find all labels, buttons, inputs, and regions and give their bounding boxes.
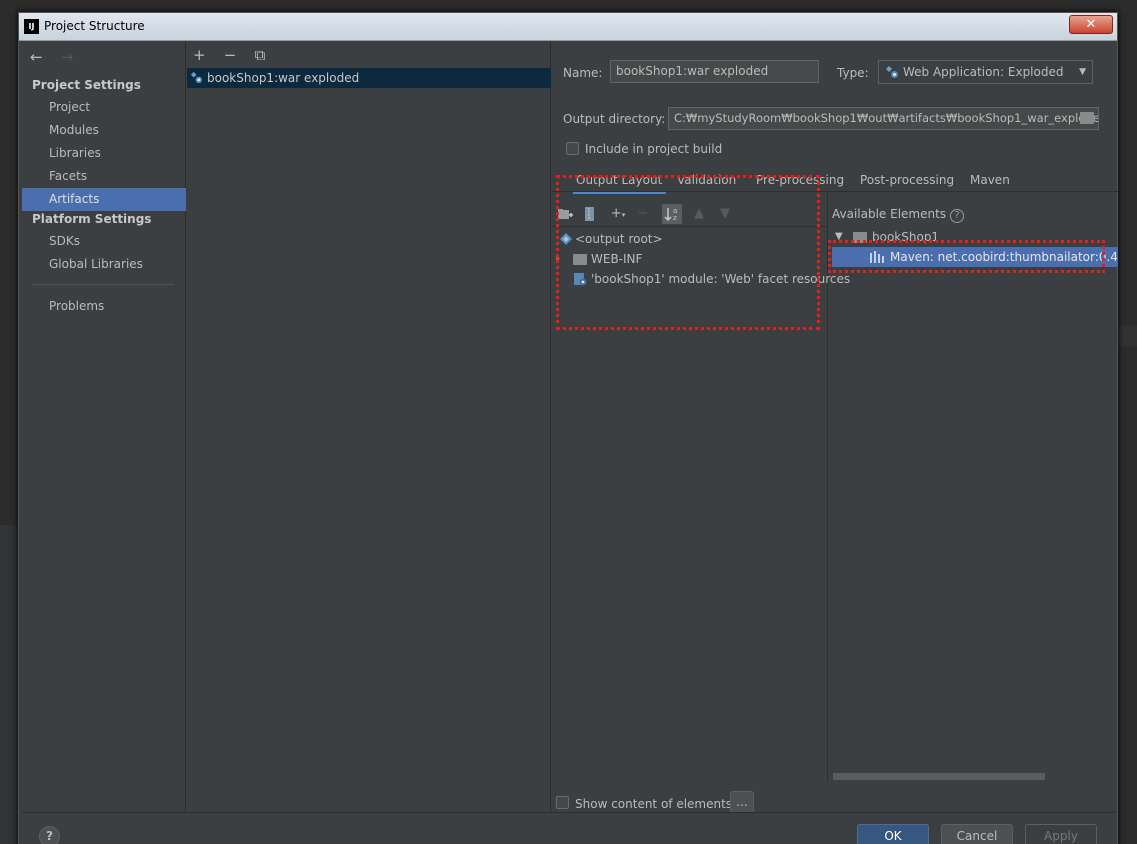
horizontal-scrollbar[interactable] (833, 773, 1045, 780)
settings-nav: ← → Project Settings Project Modules Lib… (22, 42, 186, 812)
output-directory-label: Output directory: (563, 112, 666, 126)
nav-item-problems[interactable]: Problems (22, 295, 186, 318)
help-button[interactable]: ? (39, 826, 60, 844)
nav-item-artifacts[interactable]: Artifacts (22, 188, 186, 211)
nav-divider (32, 284, 174, 285)
apply-button[interactable]: Apply (1025, 824, 1097, 844)
highlight-maven-library-box (828, 240, 1105, 273)
ellipsis-button[interactable]: ... (730, 791, 754, 814)
platform-settings-header: Platform Settings (32, 212, 152, 226)
artifact-type-select[interactable]: Web Application: Exploded ▼ (878, 60, 1093, 84)
web-artifact-icon (190, 71, 203, 84)
chevron-down-icon: ▼ (1079, 67, 1086, 77)
available-elements-header: Available Elements? (832, 207, 965, 223)
project-structure-dialog: IJ Project Structure ✕ ← → Project Setti… (18, 12, 1118, 844)
nav-item-project[interactable]: Project (22, 96, 186, 119)
web-artifact-icon (886, 66, 898, 78)
artifact-detail-pane: Name: bookShop1:war exploded Type: Web A… (552, 42, 1118, 814)
include-in-build-checkbox[interactable] (566, 142, 579, 155)
output-directory-value: C:₩myStudyRoom₩bookShop1₩out₩artifacts₩b… (674, 111, 1099, 125)
project-settings-header: Project Settings (32, 78, 141, 92)
copy-icon[interactable]: ⧉ (255, 46, 281, 64)
type-label: Type: (837, 66, 869, 80)
nav-item-libraries[interactable]: Libraries (22, 142, 186, 165)
artifact-name-field[interactable]: bookShop1:war exploded (610, 60, 819, 83)
intellij-app-icon: IJ (24, 19, 39, 34)
close-button[interactable]: ✕ (1069, 15, 1113, 34)
include-in-build-label: Include in project build (585, 142, 723, 156)
nav-item-global-libraries[interactable]: Global Libraries (22, 253, 186, 276)
show-content-checkbox[interactable] (556, 796, 569, 809)
available-elements-label: Available Elements (832, 207, 947, 221)
output-directory-field[interactable]: C:₩myStudyRoom₩bookShop1₩out₩artifacts₩b… (668, 107, 1099, 130)
artifact-list-pane: + − ⧉ bookShop1:war exploded (187, 42, 551, 812)
remove-icon[interactable]: − (224, 46, 250, 64)
highlight-output-layout-box (556, 175, 820, 330)
forward-arrow-icon[interactable]: → (61, 48, 87, 66)
help-icon[interactable]: ? (950, 209, 965, 223)
artifact-type-value: Web Application: Exploded (903, 65, 1064, 79)
add-icon[interactable]: + (193, 46, 219, 64)
ok-button[interactable]: OK (857, 824, 929, 844)
folder-browse-icon[interactable] (1080, 112, 1094, 124)
show-content-label: Show content of elements (575, 797, 733, 811)
nav-item-sdks[interactable]: SDKs (22, 230, 186, 253)
title-bar[interactable]: IJ Project Structure ✕ (19, 13, 1117, 41)
nav-item-modules[interactable]: Modules (22, 119, 186, 142)
back-arrow-icon[interactable]: ← (30, 48, 56, 66)
editor-gutter-line (0, 34, 20, 54)
artifact-list-item[interactable]: bookShop1:war exploded (187, 68, 551, 88)
name-label: Name: (563, 66, 603, 80)
nav-item-facets[interactable]: Facets (22, 165, 186, 188)
artifact-name: bookShop1:war exploded (207, 71, 360, 85)
window-title: Project Structure (44, 19, 145, 33)
cancel-button[interactable]: Cancel (941, 824, 1013, 844)
dialog-footer: ? OK Cancel Apply (22, 812, 1116, 844)
